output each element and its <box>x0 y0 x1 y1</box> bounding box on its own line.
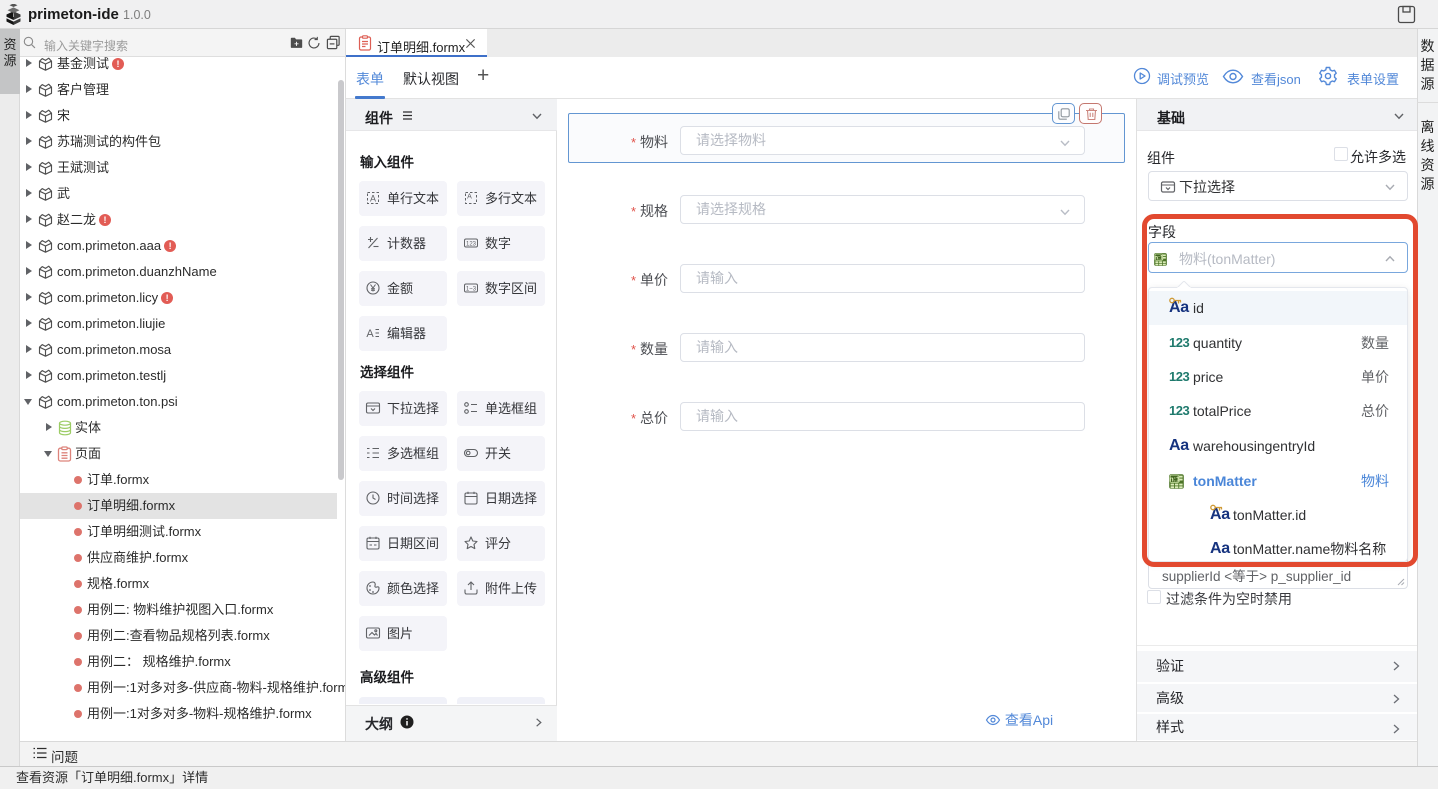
svg-text:123: 123 <box>466 242 477 248</box>
svg-text:A: A <box>366 328 374 340</box>
svg-text:1~3: 1~3 <box>466 287 477 293</box>
svg-text:A: A <box>467 194 472 201</box>
svg-text:A: A <box>370 194 376 204</box>
